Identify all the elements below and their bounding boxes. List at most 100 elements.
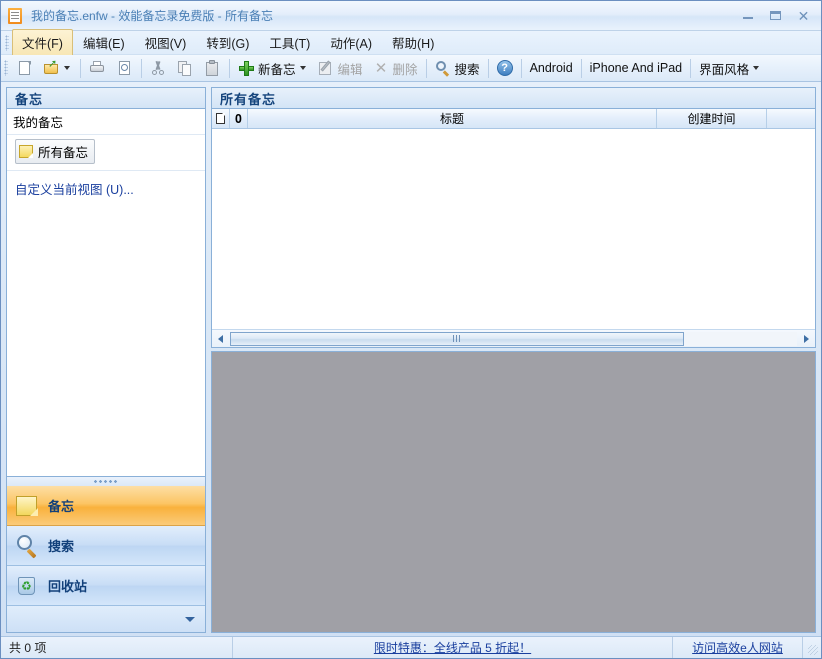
paste-button[interactable] [199, 56, 226, 80]
menu-drag-grip[interactable] [5, 35, 9, 51]
close-x-icon: ✕ [373, 60, 390, 77]
cut-button[interactable] [145, 56, 172, 80]
content-header: 所有备忘 [211, 87, 816, 109]
sidebar-header: 备忘 [6, 87, 206, 109]
recycle-bin-icon: ♻ [15, 574, 39, 598]
skin-style-button[interactable]: 界面风格 [694, 56, 766, 80]
toolbar-separator [521, 59, 522, 78]
menu-item-edit[interactable]: 编辑(E) [73, 29, 135, 57]
main-body: 备忘 我的备忘 所有备忘 自定义当前视图 (U)... [1, 82, 821, 636]
status-site-link[interactable]: 访问高效e人网站 [692, 639, 783, 656]
nav-button-notes[interactable]: 备忘 [7, 486, 205, 526]
toolbar-separator [488, 59, 489, 78]
minimize-button[interactable] [734, 6, 761, 25]
navigation-buttons: 备忘 搜索 ♻ 回收站 [6, 486, 206, 633]
new-note-label: 新备忘 [258, 59, 296, 78]
print-preview-button[interactable] [111, 56, 138, 80]
new-note-dropdown-arrow[interactable] [300, 66, 306, 70]
status-promo-link[interactable]: 限时特惠：全线产品 5 折起！ [374, 639, 531, 656]
delete-note-button[interactable]: ✕ 删除 [368, 56, 423, 80]
copy-button[interactable] [172, 56, 199, 80]
horizontal-scrollbar[interactable] [212, 329, 815, 347]
menu-item-file[interactable]: 文件(F) [12, 29, 73, 57]
print-button[interactable] [84, 56, 111, 80]
splitter-grip-icon [93, 480, 119, 483]
scroll-right-button[interactable] [798, 331, 815, 347]
document-icon [216, 113, 225, 124]
paperclip-icon: 𝟎 [235, 113, 242, 125]
paste-icon [204, 60, 221, 77]
tree-node-wrapper: 所有备忘 [7, 135, 205, 171]
status-promo[interactable]: 限时特惠：全线产品 5 折起！ [233, 637, 673, 658]
skin-style-dropdown-arrow[interactable] [753, 66, 759, 70]
scrollbar-track[interactable] [230, 332, 797, 346]
menu-item-help[interactable]: 帮助(H) [382, 29, 444, 57]
note-icon [19, 145, 33, 158]
menu-item-goto[interactable]: 转到(G) [196, 29, 259, 57]
folder-tree[interactable]: 我的备忘 所有备忘 自定义当前视图 (U)... [6, 109, 206, 477]
new-document-icon [16, 60, 33, 77]
column-header-document[interactable] [212, 109, 230, 128]
toolbar-drag-grip[interactable] [4, 60, 8, 76]
open-file-button[interactable]: ➚ [38, 56, 77, 80]
scrollbar-thumb[interactable] [230, 332, 684, 346]
toolbar-separator [690, 59, 691, 78]
note-preview-pane[interactable] [211, 351, 816, 633]
help-button[interactable]: ? [492, 56, 518, 80]
plus-icon [238, 60, 255, 77]
column-header-spacer[interactable] [767, 109, 815, 128]
new-file-button[interactable] [11, 56, 38, 80]
search-icon [15, 534, 39, 558]
open-file-dropdown-arrow[interactable] [64, 66, 70, 70]
note-list-section: 所有备忘 𝟎 标题 创建时间 [211, 87, 816, 348]
search-label: 搜索 [455, 59, 480, 78]
window-controls: ✕ [734, 6, 817, 25]
nav-button-label: 备忘 [48, 496, 74, 515]
note-icon [15, 494, 39, 518]
status-site[interactable]: 访问高效e人网站 [673, 637, 803, 658]
scrollbar-grip-icon [453, 335, 461, 342]
maximize-button[interactable] [762, 6, 789, 25]
nav-expand-button[interactable] [7, 606, 205, 632]
toolbar-separator [229, 59, 230, 78]
nav-button-label: 搜索 [48, 536, 74, 555]
note-list-rows[interactable] [212, 129, 815, 329]
resize-grip[interactable] [803, 637, 821, 658]
toolbar-separator [141, 59, 142, 78]
resize-grip-icon [808, 645, 818, 655]
column-header-attachment[interactable]: 𝟎 [230, 109, 248, 128]
iphone-ipad-button[interactable]: iPhone And iPad [585, 56, 687, 80]
title-bar: 我的备忘.enfw - 效能备忘录免费版 - 所有备忘 ✕ [1, 1, 821, 31]
column-header-created[interactable]: 创建时间 [657, 109, 767, 128]
copy-icon [177, 60, 194, 77]
status-item-count: 共 0 项 [1, 637, 233, 658]
pane-splitter[interactable] [6, 477, 206, 486]
android-label: Android [530, 61, 573, 75]
menu-item-actions[interactable]: 动作(A) [320, 29, 382, 57]
left-pane: 备忘 我的备忘 所有备忘 自定义当前视图 (U)... [6, 87, 206, 633]
chevron-down-icon [185, 617, 195, 622]
toolbar-separator [80, 59, 81, 78]
note-document-icon [8, 8, 24, 24]
android-button[interactable]: Android [525, 56, 578, 80]
close-button[interactable]: ✕ [790, 6, 817, 25]
skin-style-label: 界面风格 [699, 59, 749, 78]
sidebar-item-all-notes[interactable]: 所有备忘 [15, 139, 95, 164]
new-note-button[interactable]: 新备忘 [233, 56, 313, 80]
column-header-title[interactable]: 标题 [248, 109, 657, 128]
search-icon [435, 60, 452, 77]
nav-button-label: 回收站 [48, 576, 87, 595]
nav-button-recycle-bin[interactable]: ♻ 回收站 [7, 566, 205, 606]
nav-button-search[interactable]: 搜索 [7, 526, 205, 566]
edit-note-button[interactable]: 编辑 [313, 56, 368, 80]
sidebar-item-label: 所有备忘 [38, 142, 88, 161]
scroll-left-button[interactable] [212, 331, 229, 347]
delete-note-label: 删除 [393, 59, 418, 78]
column-headers: 𝟎 标题 创建时间 [212, 109, 815, 129]
search-button[interactable]: 搜索 [430, 56, 485, 80]
menu-item-view[interactable]: 视图(V) [135, 29, 197, 57]
customize-view-link[interactable]: 自定义当前视图 (U)... [7, 171, 205, 202]
right-pane: 所有备忘 𝟎 标题 创建时间 [211, 87, 816, 633]
menu-item-tools[interactable]: 工具(T) [259, 29, 320, 57]
toolbar-separator [426, 59, 427, 78]
